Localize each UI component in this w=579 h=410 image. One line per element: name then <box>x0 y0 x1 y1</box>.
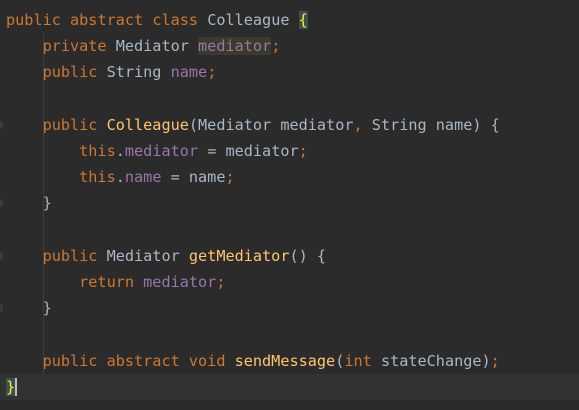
code-token: . <box>115 142 125 160</box>
code-token: class <box>152 11 208 29</box>
code-token: (Mediator mediator <box>188 115 354 134</box>
code-token: void <box>188 351 235 370</box>
code-token: . <box>115 168 125 187</box>
fold-marker-icon[interactable] <box>0 199 3 208</box>
code-token: = mediator <box>198 142 299 160</box>
code-token: return <box>6 273 144 291</box>
code-text: } <box>6 374 16 400</box>
code-text: public abstract class Colleague { <box>6 7 308 33</box>
code-line[interactable]: } <box>0 190 579 216</box>
code-token: String name) { <box>371 115 500 134</box>
code-text: public abstract void sendMessage(int sta… <box>6 348 500 374</box>
code-line[interactable]: } <box>0 373 579 400</box>
code-token: } <box>6 377 16 396</box>
code-token: mediator <box>124 142 199 160</box>
code-token: abstract <box>106 351 189 370</box>
code-text: private Mediator mediator; <box>6 33 280 59</box>
code-token: public <box>6 63 107 82</box>
code-token: String <box>106 63 171 82</box>
code-token: name <box>170 63 208 82</box>
code-token: Colleague <box>207 11 299 29</box>
code-token: int <box>344 351 381 370</box>
code-line[interactable]: } <box>0 295 579 321</box>
code-text: public String name; <box>6 59 217 85</box>
code-line[interactable]: private Mediator mediator; <box>0 33 579 59</box>
code-line[interactable]: public abstract void sendMessage(int sta… <box>0 348 579 374</box>
code-line[interactable]: return mediator; <box>0 269 579 295</box>
code-token: ; <box>216 273 226 291</box>
code-token: public <box>6 11 71 29</box>
code-text: } <box>6 190 52 216</box>
code-token: } <box>6 194 52 213</box>
code-line[interactable]: public String name; <box>0 59 579 85</box>
text-caret <box>15 377 18 396</box>
code-token: stateChange) <box>380 351 491 370</box>
code-line[interactable] <box>0 86 579 112</box>
code-token: ; <box>490 351 500 370</box>
code-text: this.mediator = mediator; <box>6 138 308 164</box>
fold-marker-icon[interactable] <box>0 120 3 129</box>
code-token: , <box>353 115 372 134</box>
code-token: } <box>6 299 52 318</box>
code-token: Mediator <box>106 246 189 265</box>
code-token: abstract <box>70 11 153 29</box>
code-token: name <box>124 168 162 187</box>
code-token: ( <box>335 351 345 370</box>
code-line[interactable]: public abstract class Colleague { <box>0 7 579 33</box>
code-token: = name <box>161 168 226 187</box>
code-token: public <box>6 246 107 265</box>
code-token: ; <box>225 168 235 187</box>
code-token: public <box>6 351 107 370</box>
code-text: public Mediator getMediator() { <box>6 243 327 269</box>
code-editor[interactable]: public abstract class Colleague { privat… <box>0 0 579 410</box>
code-line[interactable]: this.mediator = mediator; <box>0 138 579 164</box>
fold-marker-icon[interactable] <box>0 304 3 313</box>
code-token: private <box>6 37 116 56</box>
code-line[interactable]: public Colleague(Mediator mediator, Stri… <box>0 112 579 138</box>
fold-marker-icon[interactable] <box>0 251 3 260</box>
code-token: Colleague <box>106 115 189 134</box>
code-text: public Colleague(Mediator mediator, Stri… <box>6 112 500 138</box>
code-token: this <box>6 142 116 160</box>
code-text: } <box>6 295 52 321</box>
code-token: ; <box>207 63 217 82</box>
code-line[interactable]: this.name = name; <box>0 164 579 190</box>
code-token: ; <box>298 142 308 160</box>
code-token: { <box>298 11 308 29</box>
code-token: mediator <box>198 37 272 56</box>
code-line[interactable] <box>0 321 579 347</box>
code-token: public <box>6 115 107 134</box>
code-text: this.name = name; <box>6 164 235 190</box>
code-line[interactable]: public Mediator getMediator() { <box>0 243 579 269</box>
code-token: mediator <box>143 273 217 291</box>
code-token: sendMessage <box>234 351 336 370</box>
code-token: getMediator <box>188 246 290 265</box>
code-text: return mediator; <box>6 269 225 295</box>
code-token: () { <box>289 246 327 265</box>
code-token: this <box>6 168 116 187</box>
code-line[interactable] <box>0 217 579 243</box>
code-token: Mediator <box>115 37 199 56</box>
code-token: ; <box>271 37 281 56</box>
